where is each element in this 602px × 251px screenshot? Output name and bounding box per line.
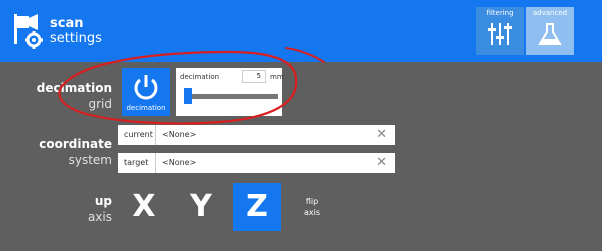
current-coordinate-field[interactable]: current <None> ✕ bbox=[118, 125, 395, 145]
flask-icon bbox=[538, 23, 562, 45]
decimation-button-label: decimation bbox=[126, 104, 166, 112]
decimation-label-light: grid bbox=[88, 97, 112, 111]
header-bar: scan settings filtering advanced bbox=[0, 0, 602, 62]
up-axis-label-light: axis bbox=[87, 210, 112, 224]
axis-x-button[interactable]: X bbox=[120, 183, 168, 231]
filtering-button[interactable]: filtering bbox=[476, 7, 524, 55]
title-line2: settings bbox=[50, 31, 102, 46]
filtering-label: filtering bbox=[486, 9, 514, 17]
up-axis-section-label: up axis bbox=[0, 193, 112, 225]
page-title: scan settings bbox=[50, 16, 102, 46]
target-field-value: <None> bbox=[162, 158, 197, 167]
target-field-label: target bbox=[118, 153, 156, 173]
decimation-panel-label: decimation bbox=[180, 73, 220, 81]
close-icon[interactable]: ✕ bbox=[376, 156, 387, 170]
decimation-value-input[interactable]: 5 bbox=[242, 70, 266, 83]
sliders-icon bbox=[488, 23, 512, 45]
decimation-toggle-button[interactable]: decimation bbox=[122, 68, 170, 116]
coordinate-label-bold: coordinate bbox=[39, 137, 112, 151]
flip-axis-button[interactable]: flip axis bbox=[300, 196, 324, 218]
advanced-label: advanced bbox=[532, 9, 568, 17]
target-coordinate-field[interactable]: target <None> ✕ bbox=[118, 153, 395, 173]
current-field-label: current bbox=[118, 125, 156, 145]
axis-y-button[interactable]: Y bbox=[177, 183, 225, 231]
current-field-value: <None> bbox=[162, 130, 197, 139]
scanner-gear-icon bbox=[14, 14, 43, 49]
coordinate-section-label: coordinate system bbox=[0, 136, 112, 168]
up-axis-label-bold: up bbox=[94, 194, 112, 208]
close-icon[interactable]: ✕ bbox=[376, 128, 387, 142]
decimation-label-bold: decimation bbox=[36, 81, 112, 95]
decimation-panel: decimation 5 mm bbox=[176, 68, 284, 116]
axis-z-button[interactable]: Z bbox=[233, 183, 281, 231]
decimation-section-label: decimation grid bbox=[0, 80, 112, 112]
flip-label-line2: axis bbox=[303, 208, 321, 217]
title-line1: scan bbox=[50, 16, 84, 31]
advanced-button[interactable]: advanced bbox=[526, 7, 574, 55]
decimation-slider-thumb[interactable] bbox=[184, 88, 192, 104]
power-icon bbox=[134, 75, 158, 100]
coordinate-label-light: system bbox=[68, 153, 112, 167]
decimation-unit: mm bbox=[270, 73, 284, 81]
decimation-slider-track[interactable] bbox=[184, 94, 278, 99]
flip-label-line1: flip bbox=[305, 197, 319, 206]
